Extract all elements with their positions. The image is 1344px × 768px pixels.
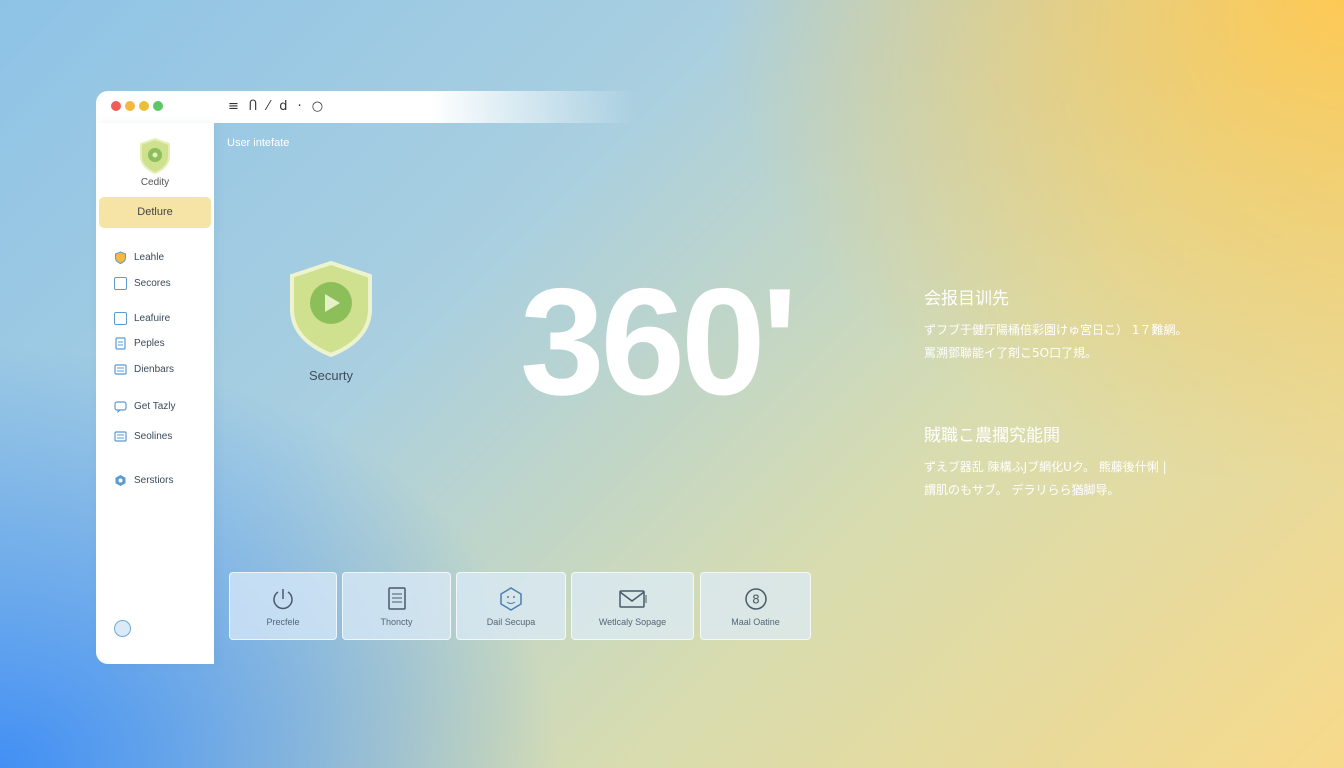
box-icon: [114, 276, 127, 290]
svg-text:8: 8: [752, 593, 760, 607]
a-icon[interactable]: Ⴖ: [249, 97, 257, 117]
face-icon: [457, 586, 565, 612]
sidebar-item-label: Get Tazly: [134, 400, 176, 412]
document-icon: [343, 586, 450, 612]
d-icon[interactable]: d: [279, 97, 287, 117]
info-line: ずえブ器乱 陳構ふJブ網化Uク。 熊藤後什悧 |: [924, 460, 1167, 474]
mail-icon: [572, 586, 693, 612]
info-line: ずフブ于健厅陽桶倍彩園けゅ宮日こ） 1７難網。: [924, 323, 1188, 337]
tile-label: Thoncty: [380, 617, 413, 627]
sidebar-item-detlure[interactable]: Detlure: [99, 197, 211, 228]
brand-label: Cedity: [140, 177, 170, 188]
info-title: 会报目训先: [924, 289, 1009, 309]
page-title: User intefate: [227, 137, 290, 149]
sidebar-item-leafuire[interactable]: Leafuire: [114, 309, 170, 327]
tile-label: Precfele: [266, 617, 300, 627]
info-line: 罵溯鄧聯能イ了剤こ5O口了規。: [924, 346, 1098, 360]
list-icon: [114, 363, 127, 376]
window-titlebar: ≡ Ⴖ ⁄ d · ○: [96, 91, 636, 123]
circle-s-icon: 8: [701, 586, 810, 612]
tile-maal-oatine[interactable]: 8 Maal Oatine: [700, 572, 811, 640]
tile-thoncty[interactable]: Thoncty: [342, 572, 451, 640]
sidebar-item-label: Leahle: [134, 251, 165, 263]
hex-icon: [114, 474, 127, 487]
sidebar-item-label: Secores: [134, 277, 171, 289]
info-block-1: 会报目训先 ずフブ于健厅陽桶倍彩園けゅ宮日こ） 1７難網。 罵溯鄧聯能イ了剤こ5…: [924, 284, 1187, 365]
security-shield-icon[interactable]: [286, 259, 376, 364]
close-window-button[interactable]: [111, 101, 121, 111]
sidebar-item-get-tazly[interactable]: Get Tazly: [114, 397, 176, 415]
info-line: 謂肌のもサブ。 デラリらら猶脚导。: [924, 483, 1120, 497]
sidebar-item-secores[interactable]: Secores: [114, 274, 171, 292]
sidebar-item-dienbars[interactable]: Dienbars: [114, 360, 174, 378]
sidebar-item-label: Leafuire: [134, 312, 171, 324]
sidebar-item-seolines[interactable]: Seolines: [114, 427, 172, 445]
big-360-number: 360': [520, 257, 798, 427]
clock-icon[interactable]: [114, 620, 131, 637]
shield-icon: [114, 250, 127, 264]
circle-icon[interactable]: ○: [312, 97, 323, 117]
sidebar-item-leahle[interactable]: Leahle: [114, 248, 164, 266]
tile-label: Wetlcaly Sopage: [598, 617, 667, 627]
tile-precfele[interactable]: Precfele: [229, 572, 337, 640]
dot-icon[interactable]: ·: [298, 97, 302, 117]
sidebar-item-label: Peples: [134, 337, 165, 349]
tile-wetlcaly-sopage[interactable]: Wetlcaly Sopage: [571, 572, 694, 640]
security-label: Securty: [308, 368, 354, 383]
tile-label: Maal Oatine: [731, 617, 780, 627]
page-icon: [114, 336, 127, 350]
power-icon: [230, 586, 336, 612]
sidebar: Cedity Detlure Leahle Secores Leafuire P…: [96, 123, 214, 664]
menu-icon[interactable]: ≡: [228, 97, 239, 117]
sidebar-item-peples[interactable]: Peples: [114, 334, 165, 352]
sidebar-item-serstiors[interactable]: Serstiors: [114, 471, 173, 489]
toolbar: ≡ Ⴖ ⁄ d · ○: [228, 97, 323, 117]
maximize-window-button[interactable]: [153, 101, 163, 111]
sidebar-item-label: Serstiors: [134, 474, 174, 486]
sidebar-item-label: Dienbars: [134, 363, 175, 375]
info-title: 賊職こ農擱究能閧: [924, 426, 1060, 446]
pen-icon[interactable]: ⁄: [267, 97, 269, 117]
info-block-2: 賊職こ農擱究能閧 ずえブ器乱 陳構ふJブ網化Uク。 熊藤後什悧 | 謂肌のもサブ…: [924, 421, 1167, 502]
tile-dail-secupa[interactable]: Dail Secupa: [456, 572, 566, 640]
tile-label: Dail Secupa: [486, 617, 536, 627]
chat-icon: [114, 400, 127, 413]
list-icon: [114, 430, 127, 443]
sidebar-item-label: Seolines: [134, 430, 173, 442]
extra-window-button[interactable]: [139, 101, 149, 111]
brand-shield-icon: [138, 137, 172, 180]
minimize-window-button[interactable]: [125, 101, 135, 111]
box-icon: [114, 311, 127, 325]
